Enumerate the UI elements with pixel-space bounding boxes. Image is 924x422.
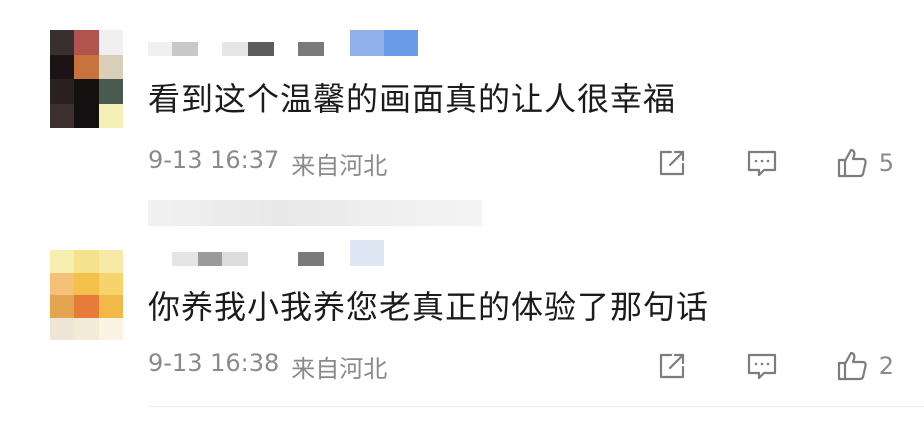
comment-icon[interactable] — [745, 349, 779, 383]
comment-actions: 2 — [655, 346, 894, 386]
username-mosaic-block — [248, 42, 274, 56]
avatar-pixel — [50, 54, 75, 79]
comment-meta: 9-13 16:38 来自河北 2 — [148, 346, 908, 386]
username-mosaic-block — [274, 42, 298, 56]
avatar[interactable] — [50, 250, 123, 340]
avatar-pixel — [74, 79, 99, 104]
avatar-pixel — [98, 250, 123, 273]
comment-icon[interactable] — [745, 146, 779, 180]
avatar[interactable] — [50, 30, 123, 128]
avatar-pixel — [74, 30, 99, 55]
username-mosaic-block — [148, 252, 172, 266]
comment-text: 看到这个温馨的画面真的让人很幸福 — [148, 80, 677, 118]
avatar-pixel — [74, 272, 99, 295]
username-mosaic-block — [148, 42, 172, 56]
username-mosaic-block — [298, 252, 324, 266]
avatar-pixel — [74, 317, 99, 340]
avatar-pixel — [50, 250, 75, 273]
comment-actions: 5 — [655, 143, 894, 183]
thumbs-up-icon — [835, 349, 869, 383]
comment-item: 看到这个温馨的画面真的让人很幸福 9-13 16:37 来自河北 5 — [0, 0, 924, 226]
username-mosaic-block — [384, 30, 418, 56]
like-count: 5 — [878, 149, 894, 177]
avatar-pixel — [74, 54, 99, 79]
avatar-pixel — [98, 103, 123, 128]
avatar-pixel — [98, 54, 123, 79]
username-censored[interactable] — [148, 240, 384, 266]
username-mosaic-block — [350, 30, 384, 56]
thumbs-up-icon — [835, 146, 869, 180]
avatar-pixel — [98, 79, 123, 104]
comment-location: 来自河北 — [291, 354, 388, 383]
divider — [148, 406, 924, 407]
avatar-pixel — [98, 272, 123, 295]
comment-item: 你养我小我养您老真正的体验了那句话 9-13 16:38 来自河北 2 — [0, 212, 924, 422]
share-icon[interactable] — [655, 349, 689, 383]
avatar-pixel — [50, 79, 75, 104]
username-censored[interactable] — [148, 30, 418, 56]
username-mosaic-block — [222, 42, 248, 56]
avatar-pixel — [50, 317, 75, 340]
like-button[interactable]: 2 — [835, 349, 894, 383]
username-mosaic-block — [172, 252, 198, 266]
avatar-pixel — [98, 30, 123, 55]
avatar-pixel — [50, 103, 75, 128]
username-mosaic-block — [298, 42, 324, 56]
avatar-pixel — [98, 317, 123, 340]
username-mosaic-block — [324, 252, 350, 266]
avatar-pixel — [74, 295, 99, 318]
comment-text: 你养我小我养您老真正的体验了那句话 — [148, 288, 710, 326]
username-mosaic-block — [198, 252, 222, 266]
avatar-pixel — [98, 295, 123, 318]
like-button[interactable]: 5 — [835, 146, 894, 180]
username-mosaic-block — [274, 252, 298, 266]
username-mosaic-block — [324, 42, 350, 56]
avatar-pixel — [50, 30, 75, 55]
username-mosaic-block — [198, 42, 222, 56]
username-mosaic-block — [172, 42, 198, 56]
share-icon[interactable] — [655, 146, 689, 180]
comment-timestamp: 9-13 16:37 — [148, 145, 280, 174]
username-mosaic-block — [350, 240, 384, 266]
comment-location: 来自河北 — [291, 151, 388, 180]
username-mosaic-block — [222, 252, 248, 266]
username-mosaic-block — [248, 252, 274, 266]
comment-timestamp: 9-13 16:38 — [148, 348, 280, 377]
avatar-pixel — [74, 103, 99, 128]
like-count: 2 — [878, 352, 894, 380]
avatar-pixel — [50, 295, 75, 318]
avatar-pixel — [50, 272, 75, 295]
comment-meta: 9-13 16:37 来自河北 5 — [148, 143, 908, 183]
avatar-pixel — [74, 250, 99, 273]
